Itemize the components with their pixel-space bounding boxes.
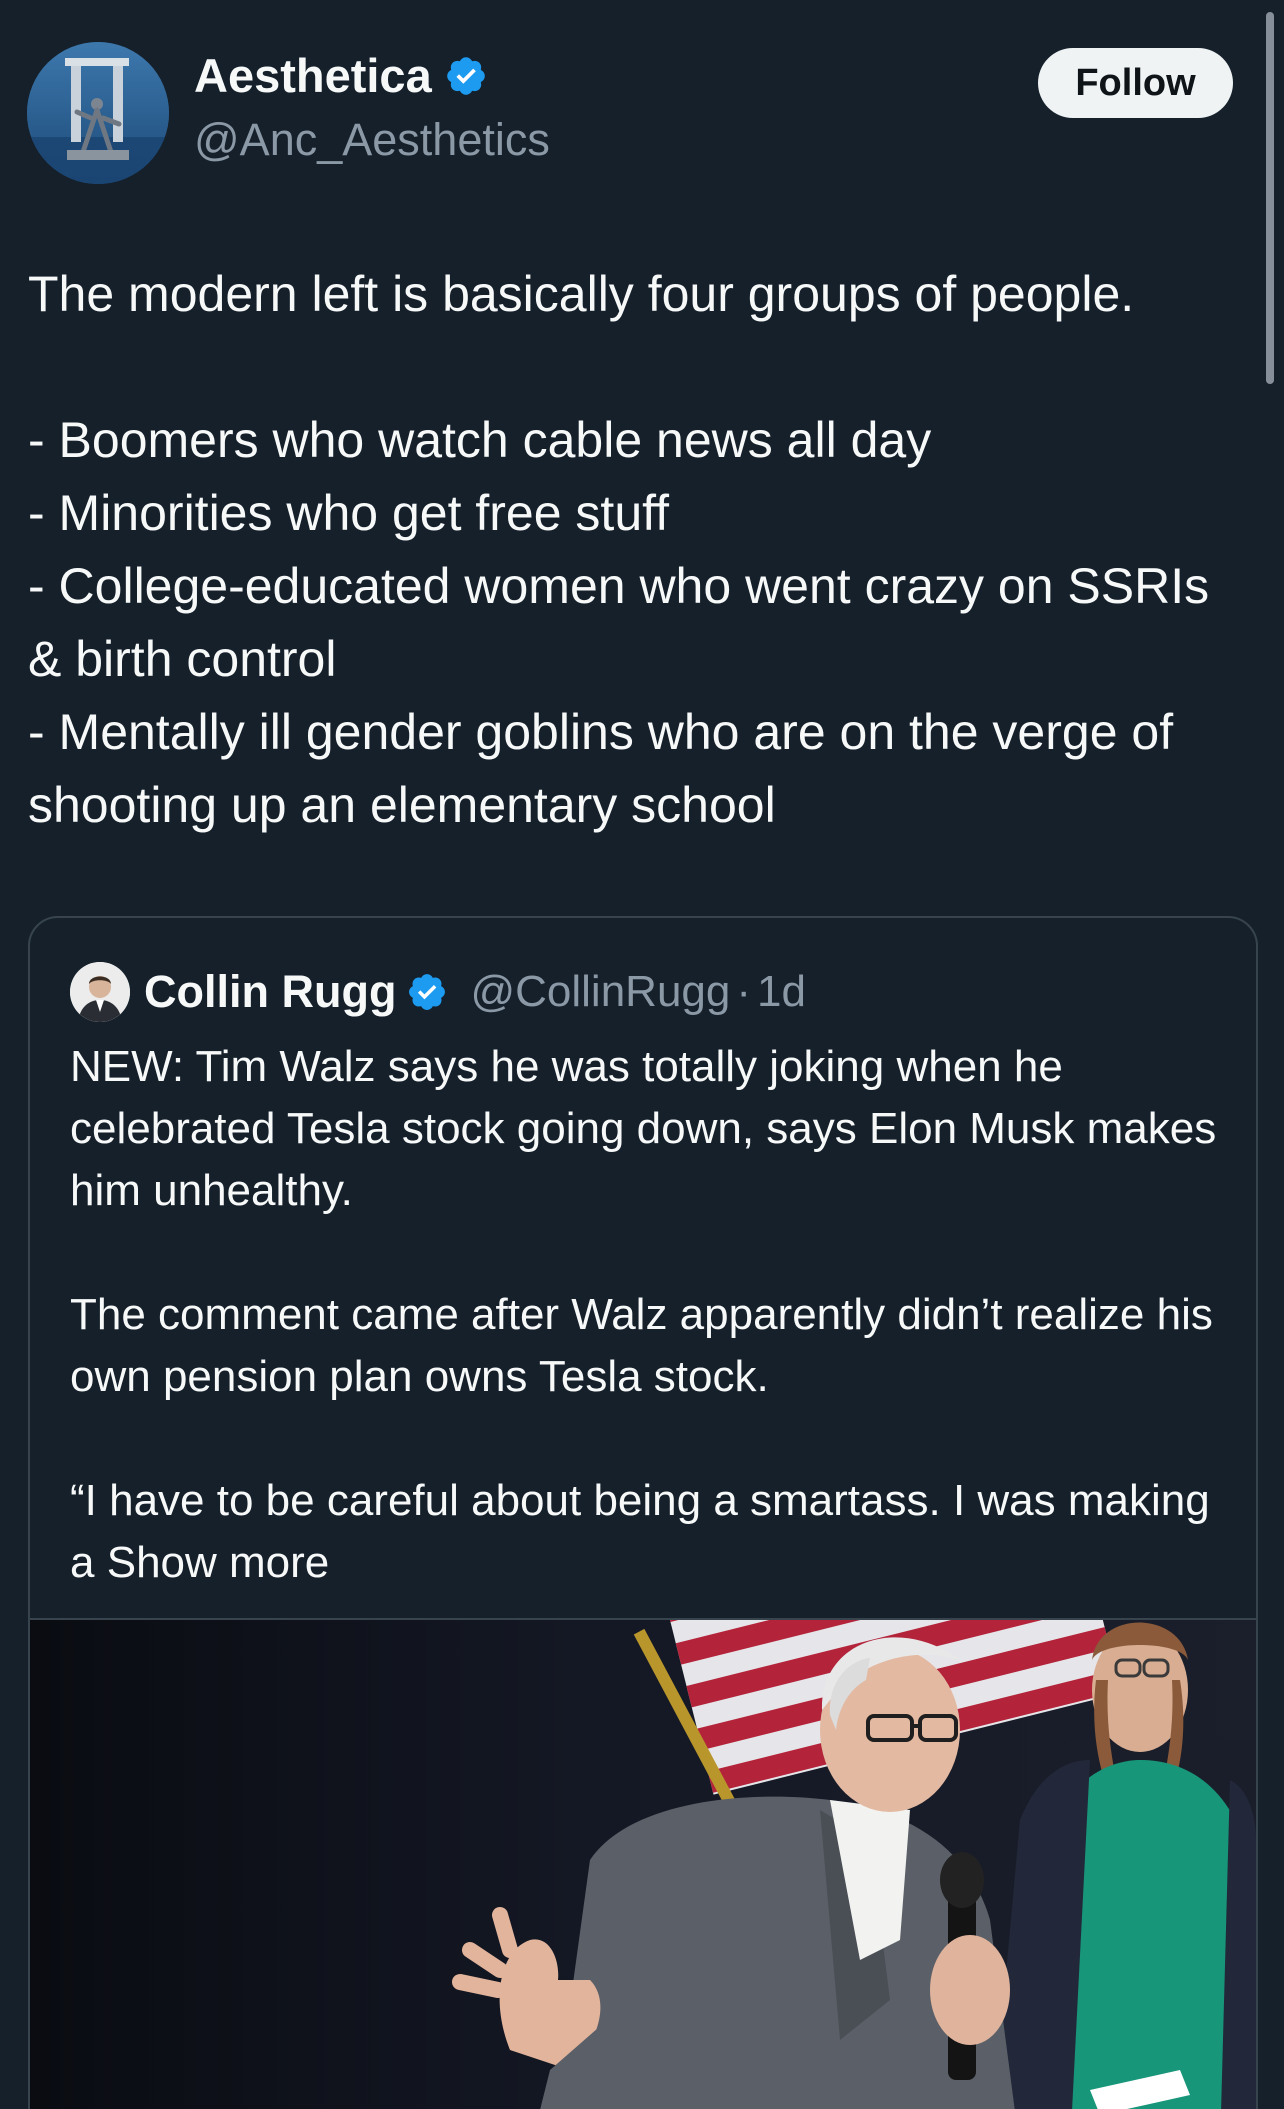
quoted-post-card[interactable]: Collin Rugg @CollinRugg · 1d NEW: Tim Wa… — [28, 916, 1258, 2109]
quoted-post-header: Collin Rugg @CollinRugg · 1d — [70, 962, 806, 1022]
quoted-author-handle[interactable]: @CollinRugg — [470, 967, 730, 1017]
post-list-item: - College-educated women who went crazy … — [28, 558, 1210, 687]
post-intro: The modern left is basically four groups… — [28, 266, 1135, 322]
separator-dot: · — [736, 967, 752, 1016]
quoted-author-avatar[interactable] — [70, 962, 130, 1022]
quoted-paragraph-last: “I have to be careful about being a smar… — [70, 1470, 1220, 1594]
author-avatar[interactable] — [27, 42, 169, 184]
quoted-post-text: NEW: Tim Walz says he was totally joking… — [70, 1036, 1220, 1594]
verified-badge-icon[interactable] — [406, 971, 448, 1013]
author-display-name[interactable]: Aesthetica — [194, 52, 432, 99]
post-list-item: - Boomers who watch cable news all day — [28, 412, 932, 468]
quoted-paragraph: NEW: Tim Walz says he was totally joking… — [70, 1042, 1217, 1215]
statue-avatar-icon — [27, 42, 169, 184]
post-list-item: - Minorities who get free stuff — [28, 485, 670, 541]
author-handle[interactable]: @Anc_Aesthetics — [194, 117, 550, 162]
quoted-post-timestamp[interactable]: 1d — [757, 967, 806, 1017]
video-thumbnail[interactable] — [30, 1618, 1256, 2109]
video-frame-image — [30, 1620, 1256, 2109]
person-avatar-icon — [70, 962, 130, 1022]
follow-button[interactable]: Follow — [1038, 48, 1233, 118]
post-text: The modern left is basically four groups… — [28, 258, 1238, 842]
quoted-paragraph: The comment came after Walz apparently d… — [70, 1290, 1213, 1401]
show-more-link[interactable]: Show more — [107, 1538, 330, 1587]
verified-badge-icon[interactable] — [444, 54, 488, 98]
author-name-row: Aesthetica — [194, 52, 488, 99]
post-list-item: - Mentally ill gender goblins who are on… — [28, 704, 1174, 833]
scrollbar[interactable] — [1266, 12, 1274, 384]
post-view: Aesthetica @Anc_Aesthetics Follow The mo… — [0, 0, 1284, 2109]
quoted-author-name[interactable]: Collin Rugg — [144, 966, 396, 1018]
